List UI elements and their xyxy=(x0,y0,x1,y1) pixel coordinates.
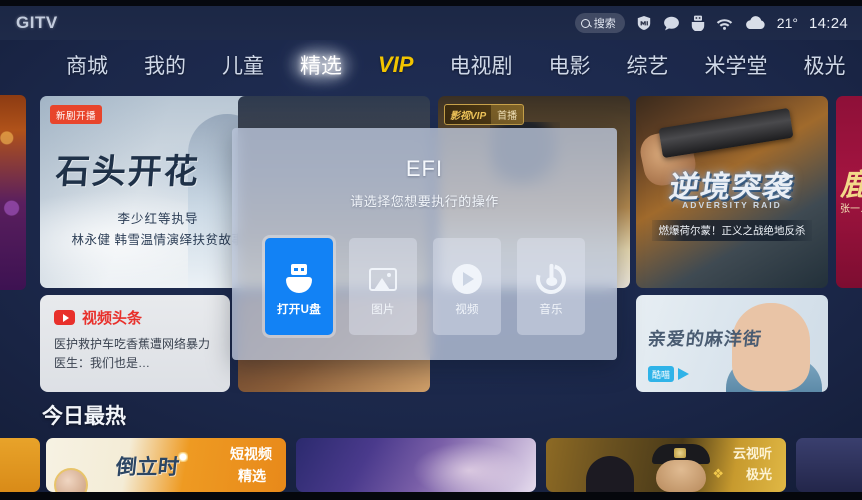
nav-items: 商城 我的 儿童 精选 VIP 电视剧 电影 综艺 米学堂 极光 xyxy=(0,45,862,85)
action-card-gun-art xyxy=(658,107,794,159)
row-hottest-today: 倒立时 短视频 精选 ❖ 云视听 极光 xyxy=(0,438,862,492)
news-title: 视频头条 xyxy=(82,310,143,327)
hero-subtitle-director: 李少红等执导 xyxy=(117,212,199,226)
cloud-icon xyxy=(744,16,766,30)
nav-item-mine[interactable]: 我的 xyxy=(126,45,204,85)
music-note-icon xyxy=(530,258,572,300)
row2-card-short-video[interactable]: 倒立时 短视频 精选 xyxy=(46,438,286,492)
card-adversity-raid[interactable]: 逆境突袭 ADVERSITY RAID 燃爆荷尔蒙！正义之战绝地反杀 xyxy=(636,96,828,288)
nav-item-tvseries[interactable]: 电视剧 xyxy=(431,45,530,85)
temperature-label: 21° xyxy=(776,15,798,31)
mi-shield-icon[interactable] xyxy=(636,15,652,31)
nav-item-kids[interactable]: 儿童 xyxy=(204,45,282,85)
news-body-text: 医护救护车吃香蕉遭网络暴力 医生：我们也是… xyxy=(54,337,211,370)
tile-open-usb-label: 打开U盘 xyxy=(276,304,321,316)
row2-card-title: 倒立时 xyxy=(114,454,181,479)
chat-bubble-icon[interactable] xyxy=(663,16,680,31)
tile-open-usb[interactable]: 打开U盘 xyxy=(265,238,333,335)
badge-premiere-label: 首播 xyxy=(491,105,524,124)
row2-aurora-line1: 云视听 xyxy=(732,446,772,461)
dialog-action-tiles: 打开U盘 图片 视频 音乐 xyxy=(265,238,585,335)
kumiao-label: 酷喵 xyxy=(648,366,675,382)
girl-card-title: 亲爱的麻洋街 xyxy=(646,329,763,350)
row2-aurora-hair-art xyxy=(586,456,634,492)
row2-aurora-face-art xyxy=(656,460,706,492)
kumiao-play-icon xyxy=(678,368,690,380)
tile-music[interactable]: 音乐 xyxy=(517,238,585,335)
nav-item-vip[interactable]: VIP xyxy=(360,47,431,83)
kumiao-brand-badge: 酷喵 xyxy=(648,366,690,382)
row2-tag-line1: 短视频 xyxy=(230,446,272,462)
row2-tag-line2: 精选 xyxy=(238,468,266,484)
status-bar: GITV 搜索 21° 14:24 xyxy=(0,6,862,40)
play-badge-icon xyxy=(54,310,75,325)
card-maiyang-street[interactable]: 亲爱的麻洋街 酷喵 xyxy=(636,295,828,392)
tv-screen: GITV 搜索 21° 14:24 商城 我的 儿童 精选 VIP 电视剧 电影… xyxy=(0,0,862,500)
row2-avatar-art xyxy=(54,468,88,492)
main-navigation: 商城 我的 儿童 精选 VIP 电视剧 电影 综艺 米学堂 极光 xyxy=(0,40,862,90)
badge-new-drama: 新剧开播 xyxy=(50,105,103,124)
row2-card-edge-left[interactable] xyxy=(0,438,40,492)
tile-pictures[interactable]: 图片 xyxy=(349,238,417,335)
tile-pictures-label: 图片 xyxy=(371,304,395,316)
usb-drive-icon xyxy=(282,262,316,296)
nav-item-shop[interactable]: 商城 xyxy=(48,45,126,85)
tile-videos[interactable]: 视频 xyxy=(433,238,501,335)
badge-vip-label: 影视VIP xyxy=(450,111,487,122)
aurora-wing-icon: ❖ xyxy=(712,466,724,481)
nav-item-aurora[interactable]: 极光 xyxy=(785,45,862,85)
card-video-headline[interactable]: 视频头条 医护救护车吃香蕉遭网络暴力 医生：我们也是… xyxy=(40,295,230,392)
row2-card-edge-right[interactable] xyxy=(796,438,862,492)
card-edge-left-partial[interactable] xyxy=(0,95,26,290)
card-edge-right-partial[interactable]: 鹿 张一… xyxy=(836,96,862,288)
screen-bezel-bottom xyxy=(0,492,862,500)
clock-label: 14:24 xyxy=(808,14,848,32)
status-bar-right: 搜索 21° 14:24 xyxy=(574,13,848,33)
efi-dialog: EFI 请选择您想要执行的操作 打开U盘 图片 视频 音乐 xyxy=(232,128,617,360)
tile-videos-label: 视频 xyxy=(455,304,479,316)
nav-item-featured[interactable]: 精选 xyxy=(282,45,360,85)
row2-aurora-line2: 极光 xyxy=(745,467,772,482)
gitv-logo: GITV xyxy=(16,13,58,32)
wifi-icon[interactable] xyxy=(716,17,733,30)
screen-bezel-top xyxy=(0,0,862,6)
dialog-subtitle: 请选择您想要执行的操作 xyxy=(350,194,499,209)
action-card-tagline: 燃爆荷尔蒙！正义之战绝地反杀 xyxy=(652,220,812,241)
search-button[interactable]: 搜索 xyxy=(574,13,625,33)
action-card-title-en: ADVERSITY RAID xyxy=(682,200,782,210)
row2-card-aurora[interactable]: ❖ 云视听 极光 xyxy=(546,438,786,492)
tile-music-label: 音乐 xyxy=(539,304,563,316)
row2-card-romance[interactable] xyxy=(296,438,536,492)
nav-item-movies[interactable]: 电影 xyxy=(530,45,608,85)
picture-icon xyxy=(366,262,400,296)
usb-drive-icon[interactable] xyxy=(691,15,705,31)
nav-item-variety[interactable]: 综艺 xyxy=(608,45,686,85)
play-circle-icon xyxy=(450,262,484,296)
search-label: 搜索 xyxy=(593,18,616,30)
badge-vip-premiere: 影视VIP 首播 xyxy=(444,104,525,125)
search-icon xyxy=(580,18,590,28)
dialog-title: EFI xyxy=(405,156,444,181)
edge-right-title: 鹿 xyxy=(840,160,862,204)
section-title-hottest: 今日最热 xyxy=(42,405,126,428)
edge-right-subtitle: 张一… xyxy=(840,204,862,215)
news-header: 视频头条 xyxy=(54,307,142,328)
hero-subtitle-cast: 林永健 韩雪温情演绎扶贫故事 xyxy=(71,233,245,247)
hero-title: 石头开花 xyxy=(54,152,202,192)
nav-item-mischool[interactable]: 米学堂 xyxy=(686,45,785,85)
